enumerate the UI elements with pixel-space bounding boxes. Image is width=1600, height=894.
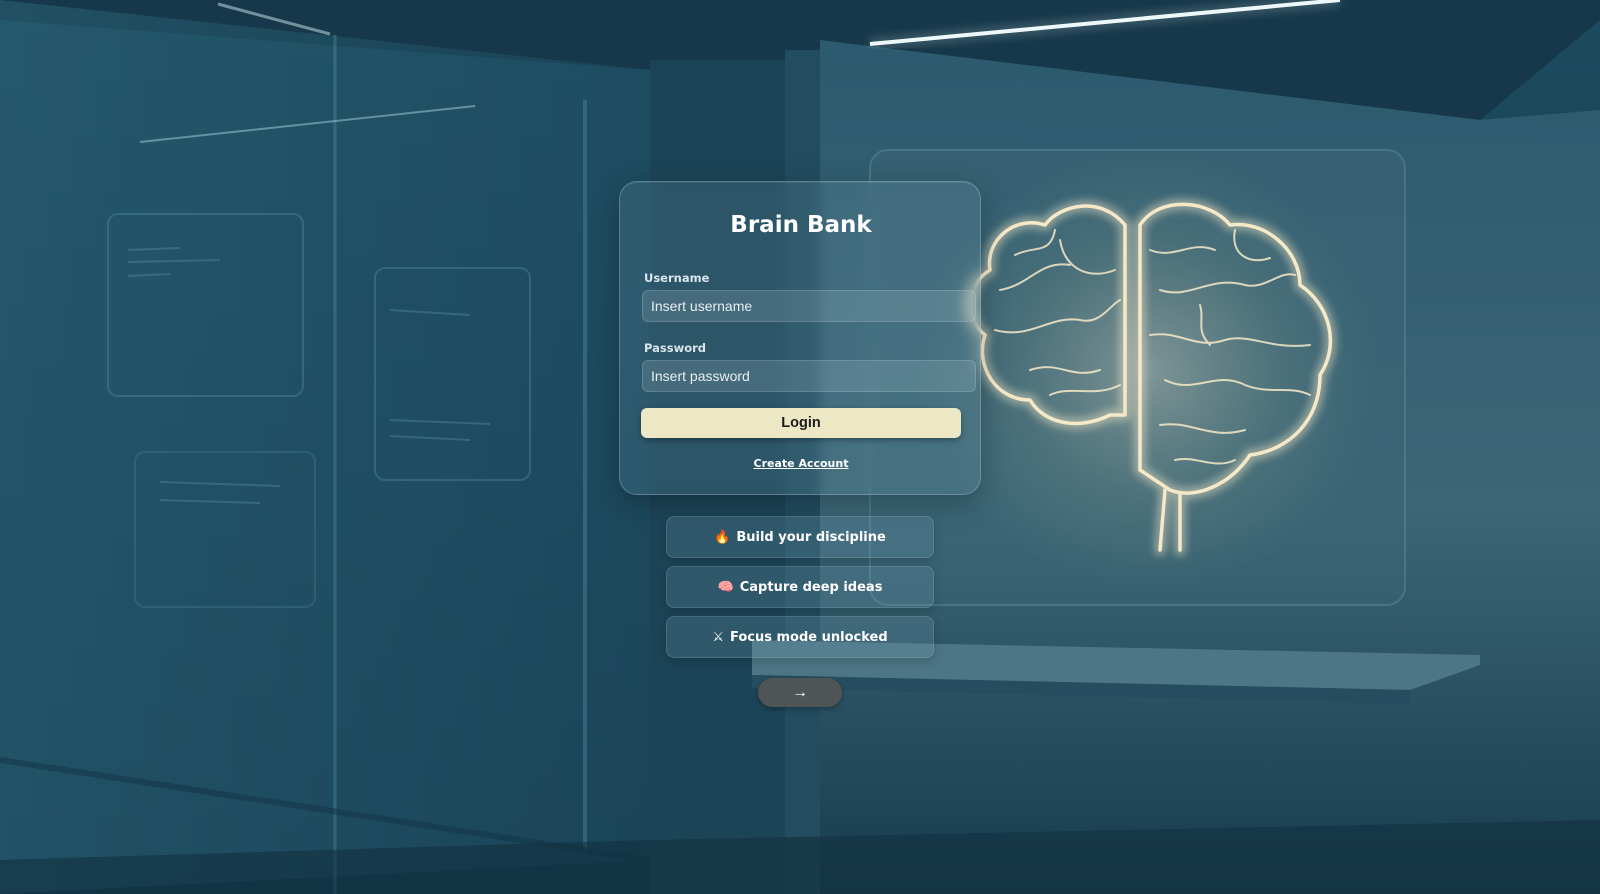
feature-pill-focus: ⚔ Focus mode unlocked bbox=[666, 616, 934, 658]
feature-pill-discipline: 🔥 Build your discipline bbox=[666, 516, 934, 558]
crossed-swords-icon: ⚔ bbox=[712, 629, 724, 645]
fire-icon: 🔥 bbox=[714, 529, 731, 545]
username-input[interactable] bbox=[642, 290, 976, 322]
login-screen: Brain Bank Username Password Login Creat… bbox=[0, 0, 1600, 894]
username-label: Username bbox=[644, 271, 710, 285]
app-title: Brain Bank bbox=[730, 212, 872, 238]
feature-label: Focus mode unlocked bbox=[729, 629, 888, 645]
brain-icon: 🧠 bbox=[717, 579, 734, 595]
password-input[interactable] bbox=[642, 360, 976, 392]
login-card: Brain Bank Username Password Login Creat… bbox=[619, 181, 981, 495]
feature-label: Capture deep ideas bbox=[739, 579, 883, 595]
right-arrow-icon: → bbox=[792, 683, 808, 701]
login-button[interactable]: Login bbox=[641, 408, 961, 438]
feature-label: Build your discipline bbox=[736, 529, 886, 545]
feature-pill-ideas: 🧠 Capture deep ideas bbox=[666, 566, 934, 608]
password-label: Password bbox=[644, 341, 706, 355]
next-arrow-button[interactable]: → bbox=[758, 678, 842, 707]
create-account-link[interactable]: Create Account bbox=[620, 457, 982, 470]
